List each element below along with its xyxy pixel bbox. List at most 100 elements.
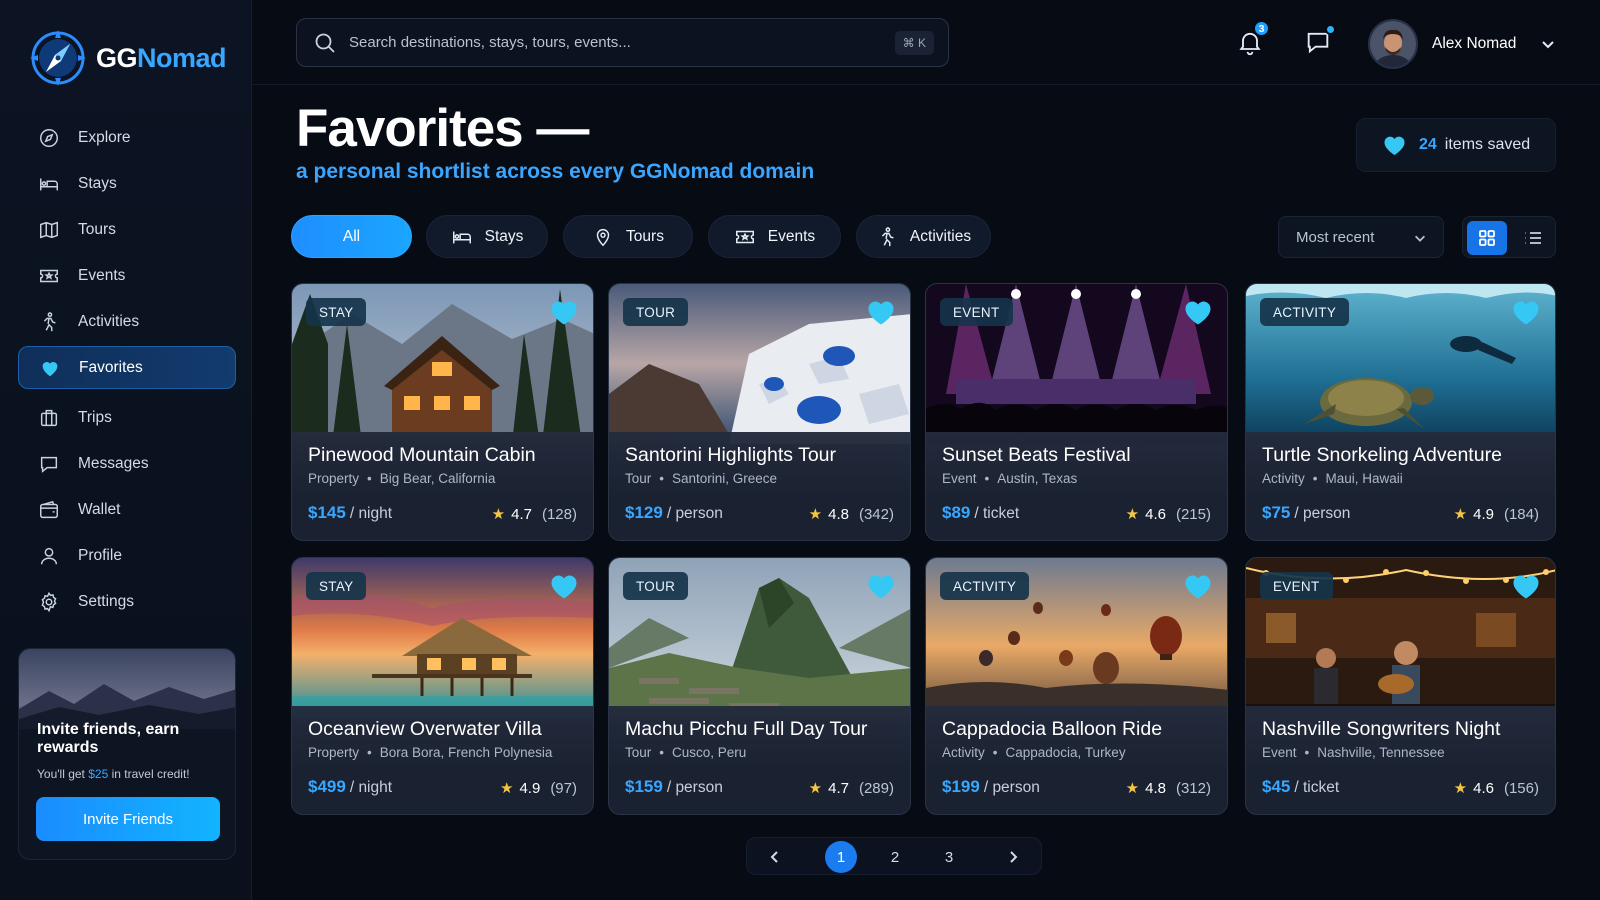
search-input[interactable] — [349, 34, 869, 51]
running-person-icon — [43, 311, 56, 331]
search-icon — [315, 33, 335, 53]
card-title: Machu Picchu Full Day Tour — [625, 718, 868, 740]
sidebar-item-stays[interactable]: Stays — [18, 162, 236, 205]
filter-chip-tours[interactable]: Tours — [563, 215, 693, 258]
card-price: $499/ night — [308, 777, 393, 796]
category-tag: TOUR — [623, 298, 689, 326]
sidebar-item-explore[interactable]: Explore — [18, 116, 236, 159]
favorite-heart-icon[interactable] — [1511, 572, 1541, 600]
saved-count: 24 — [1419, 136, 1437, 153]
star-icon: ★ — [808, 506, 823, 523]
card-title: Santorini Highlights Tour — [625, 444, 837, 466]
page-button-3[interactable]: 3 — [933, 841, 965, 873]
filter-chip-activities[interactable]: Activities — [856, 215, 991, 258]
favorite-card[interactable]: EVENT Sunset Beats Festival Event • Austin… — [925, 283, 1228, 541]
shortcut-hint: ⌘ K — [894, 31, 934, 55]
sidebar-item-messages[interactable]: Messages — [18, 442, 236, 485]
favorite-heart-icon[interactable] — [1183, 572, 1213, 600]
favorite-heart-icon[interactable] — [866, 572, 896, 600]
favorite-card[interactable]: STAY Pinewood Mountain Cabin Property • Bi… — [291, 283, 594, 541]
page-title: Favorites — — [296, 99, 589, 158]
view-toggle — [1462, 216, 1556, 258]
saved-label: items saved — [1444, 136, 1531, 153]
messages-button[interactable] — [1298, 22, 1338, 62]
card-title: Cappadocia Balloon Ride — [942, 718, 1163, 740]
sidebar-item-trips[interactable]: Trips — [18, 396, 236, 439]
favorite-card[interactable]: TOUR Machu Picchu Full Day Tour Tour • Cus… — [608, 557, 911, 815]
favorite-card[interactable]: ACTIVITY Turtle Snorkeling Adventure Act… — [1245, 283, 1556, 541]
invite-friends-button[interactable]: Invite Friends — [36, 797, 220, 841]
filter-chip-events[interactable]: Events — [708, 215, 841, 258]
favorite-heart-icon[interactable] — [866, 298, 896, 326]
invite-subtitle: You'll get $25 in travel credit! — [37, 767, 190, 781]
category-tag: EVENT — [940, 298, 1013, 326]
invite-title: Invite friends, earn rewards — [37, 721, 180, 756]
list-view-button[interactable] — [1513, 221, 1553, 255]
favorite-card[interactable]: STAY Oceanview Overwater Villa Property •… — [291, 557, 594, 815]
sort-value: Most recent — [1296, 228, 1375, 246]
favorite-card[interactable]: TOUR Santorini Highlights Tour Tour • Sant… — [608, 283, 911, 541]
card-meta: Event • Austin, Texas — [942, 471, 1078, 486]
favorite-heart-icon[interactable] — [549, 298, 579, 326]
card-price: $159/ person — [625, 777, 723, 796]
star-icon: ★ — [500, 780, 514, 797]
card-title: Turtle Snorkeling Adventure — [1262, 444, 1502, 466]
page-subtitle: a personal shortlist across every GGNoma… — [296, 160, 815, 183]
category-tag: EVENT — [1260, 572, 1333, 600]
sidebar-item-settings[interactable]: Settings — [18, 580, 236, 623]
card-rating: ★ 4.9 (184) — [1453, 505, 1539, 524]
sidebar-nav: Explore Stays Tours Events Activities Fa… — [18, 116, 236, 626]
sidebar-item-label: Explore — [78, 128, 131, 146]
list-icon — [1525, 232, 1541, 244]
favorite-card[interactable]: EVENT Nashville Songwriters Night Event •… — [1245, 557, 1556, 815]
bed-icon — [452, 231, 471, 243]
sort-dropdown[interactable]: Most recent — [1278, 216, 1444, 258]
card-price: $89/ ticket — [942, 503, 1020, 522]
user-menu[interactable]: Alex Nomad — [1368, 19, 1556, 69]
wallet-icon — [40, 500, 58, 518]
sidebar-item-activities[interactable]: Activities — [18, 300, 236, 343]
favorite-card[interactable]: ACTIVITY Cappadocia Balloon Ride Activit… — [925, 557, 1228, 815]
star-icon: ★ — [1125, 780, 1140, 797]
sidebar-item-events[interactable]: Events — [18, 254, 236, 297]
category-tag: STAY — [306, 298, 367, 326]
compass-logo-icon — [30, 30, 86, 86]
sidebar-item-tours[interactable]: Tours — [18, 208, 236, 251]
sidebar-item-profile[interactable]: Profile — [18, 534, 236, 577]
search-bar[interactable]: ⌘ K — [296, 18, 949, 67]
previous-page-button[interactable] — [759, 841, 791, 873]
star-icon: ★ — [491, 506, 506, 523]
sidebar-item-label: Profile — [78, 546, 122, 564]
card-title: Pinewood Mountain Cabin — [308, 444, 536, 466]
filter-chip-stays[interactable]: Stays — [426, 215, 548, 258]
page-button-2[interactable]: 2 — [879, 841, 911, 873]
card-rating: ★ 4.7 (289) — [808, 779, 894, 798]
card-meta: Property • Bora Bora, French Polynesia — [308, 745, 553, 760]
sidebar-item-wallet[interactable]: Wallet — [18, 488, 236, 531]
unread-dot — [1325, 24, 1336, 35]
invite-card: Invite friends, earn rewards You'll get … — [18, 648, 236, 860]
favorite-heart-icon[interactable] — [549, 572, 579, 600]
filter-chip-all[interactable]: All — [291, 215, 412, 258]
page-button-1[interactable]: 1 — [825, 841, 857, 873]
brand-logo[interactable]: GGNomad — [28, 28, 227, 88]
favorite-heart-icon[interactable] — [1183, 298, 1213, 326]
card-meta: Event • Nashville, Tennessee — [1262, 745, 1445, 760]
card-rating: ★ 4.9 (97) — [500, 779, 577, 798]
star-icon: ★ — [1453, 780, 1468, 797]
heart-icon — [42, 361, 58, 376]
sidebar-item-label: Stays — [78, 174, 117, 192]
notifications-button[interactable]: 3 — [1230, 20, 1270, 62]
next-page-button[interactable] — [997, 841, 1029, 873]
sidebar-item-favorites[interactable]: Favorites — [18, 346, 236, 389]
mountain-landscape-image — [19, 649, 235, 729]
favorite-heart-icon[interactable] — [1511, 298, 1541, 326]
card-title: Sunset Beats Festival — [942, 444, 1131, 466]
chat-icon — [40, 456, 58, 473]
suitcase-icon — [40, 409, 58, 426]
filter-chip-label: Activities — [909, 227, 972, 245]
category-tag: TOUR — [623, 572, 689, 600]
card-meta: Property • Big Bear, California — [308, 471, 496, 486]
grid-view-button[interactable] — [1467, 221, 1507, 255]
topbar-divider — [252, 84, 1600, 85]
